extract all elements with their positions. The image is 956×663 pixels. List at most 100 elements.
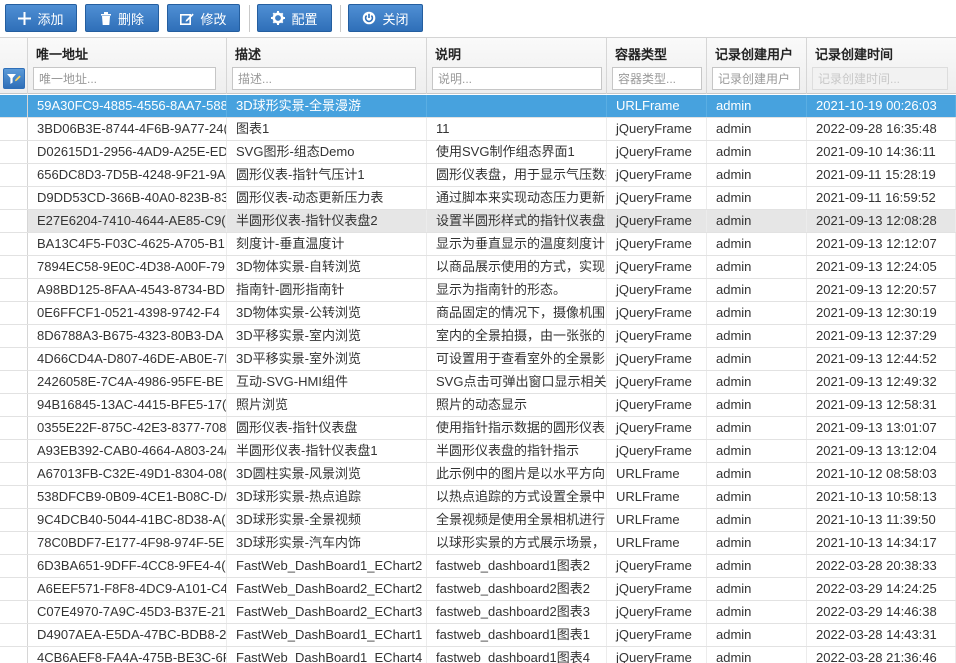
table-row[interactable]: 94B16845-13AC-4415-BFE5-17(照片浏览 照片的动态显示 jQ…	[0, 394, 956, 417]
row-selector[interactable]	[0, 371, 28, 393]
cell-description: FastWeb_DashBoard1_EChart1	[227, 624, 427, 646]
cell-created-by: admin	[707, 141, 807, 163]
cell-created-by: admin	[707, 578, 807, 600]
row-selector[interactable]	[0, 325, 28, 347]
table-row[interactable]: 6D3BA651-9DFF-4CC8-9FE4-4(FastWeb_DashBo…	[0, 555, 956, 578]
filter-button[interactable]	[3, 68, 25, 89]
cell-address: 538DFCB9-0B09-4CE1-B08C-D/	[28, 486, 227, 508]
cell-container-type: jQueryFrame	[607, 601, 707, 623]
column-header-address[interactable]: 唯一地址	[28, 38, 227, 94]
row-selector[interactable]	[0, 210, 28, 232]
row-selector[interactable]	[0, 624, 28, 646]
cell-notes	[427, 95, 607, 117]
row-selector[interactable]	[0, 302, 28, 324]
table-row[interactable]: D4907AEA-E5DA-47BC-BDB8-2 FastWeb_DashBoa…	[0, 624, 956, 647]
table-row[interactable]: BA13C4F5-F03C-4625-A705-B1 刻度计-垂直温度计 显示为垂直…	[0, 233, 956, 256]
column-header-notes[interactable]: 说明	[427, 38, 607, 94]
cell-notes: 此示例中的图片是以水平方向	[427, 463, 607, 485]
row-selector[interactable]	[0, 440, 28, 462]
table-row[interactable]: 59A30FC9-4885-4556-8AA7-588 3D球形实景-全景漫游 UR…	[0, 95, 956, 118]
row-selector[interactable]	[0, 348, 28, 370]
row-selector[interactable]	[0, 601, 28, 623]
cell-container-type: jQueryFrame	[607, 647, 707, 663]
row-selector[interactable]	[0, 118, 28, 140]
cell-created-time: 2021-09-13 12:12:07	[807, 233, 956, 255]
table-row[interactable]: 4D66CD4A-D807-46DE-AB0E-7I 3D平移实景-室外浏览 可设置…	[0, 348, 956, 371]
column-header-container-type[interactable]: 容器类型	[607, 38, 707, 94]
cell-notes: 以商品展示使用的方式，实现	[427, 256, 607, 278]
cell-address: A93EB392-CAB0-4664-A803-24/	[28, 440, 227, 462]
add-button[interactable]: 添加	[5, 4, 77, 32]
close-button[interactable]: 关闭	[348, 4, 423, 32]
column-title-created-by: 记录创建用户	[715, 47, 794, 62]
cell-notes: 全景视频是使用全景相机进行	[427, 509, 607, 531]
table-row[interactable]: C07E4970-7A9C-45D3-B37E-21 FastWeb_DashBo…	[0, 601, 956, 624]
table-row[interactable]: 0355E22F-875C-42E3-8377-708 圆形仪表-指针仪表盘 使用指…	[0, 417, 956, 440]
address-filter-input[interactable]	[33, 67, 216, 90]
cell-container-type: jQueryFrame	[607, 325, 707, 347]
description-filter-input[interactable]	[232, 67, 416, 90]
row-selector[interactable]	[0, 141, 28, 163]
edit-button[interactable]: 修改	[167, 4, 240, 32]
row-selector[interactable]	[0, 532, 28, 554]
cell-created-time: 2022-03-28 21:36:46	[807, 647, 956, 663]
row-selector[interactable]	[0, 509, 28, 531]
cell-address: C07E4970-7A9C-45D3-B37E-21	[28, 601, 227, 623]
table-row[interactable]: A67013FB-C32E-49D1-8304-08(3D圆柱实景-风景浏览 此示…	[0, 463, 956, 486]
table-row[interactable]: 78C0BDF7-E177-4F98-974F-5E 3D球形实景-汽车内饰 以球形…	[0, 532, 956, 555]
cell-created-by: admin	[707, 256, 807, 278]
cell-created-time: 2021-10-13 14:34:17	[807, 532, 956, 554]
cell-container-type: jQueryFrame	[607, 417, 707, 439]
toolbar-separator	[249, 5, 250, 32]
table-row[interactable]: D9DD53CD-366B-40A0-823B-83 圆形仪表-动态更新压力表 通过…	[0, 187, 956, 210]
row-selector[interactable]	[0, 233, 28, 255]
row-selector[interactable]	[0, 555, 28, 577]
cell-description: 3D球形实景-汽车内饰	[227, 532, 427, 554]
row-selector[interactable]	[0, 578, 28, 600]
table-row[interactable]: D02615D1-2956-4AD9-A25E-ED SVG图形-组态Demo 使用…	[0, 141, 956, 164]
table-row[interactable]: 656DC8D3-7D5B-4248-9F21-9A 圆形仪表-指针气压计1 圆形仪…	[0, 164, 956, 187]
table-row[interactable]: 8D6788A3-B675-4323-80B3-DA 3D平移实景-室内浏览 室内的…	[0, 325, 956, 348]
cell-created-time: 2021-10-19 00:26:03	[807, 95, 956, 117]
row-selector[interactable]	[0, 394, 28, 416]
table-row[interactable]: 9C4DCB40-5044-41BC-8D38-A(3D球形实景-全景视频 全景视…	[0, 509, 956, 532]
table-row[interactable]: A6EEF571-F8F8-4DC9-A101-C4 FastWeb_DashBo…	[0, 578, 956, 601]
table-row[interactable]: A93EB392-CAB0-4664-A803-24/半圆形仪表-指针仪表盘1 半…	[0, 440, 956, 463]
cell-description: 互动-SVG-HMI组件	[227, 371, 427, 393]
row-selector[interactable]	[0, 187, 28, 209]
table-row[interactable]: 4CB6AEF8-FA4A-475B-BE3C-6F FastWeb_DashBo…	[0, 647, 956, 663]
column-header-created-time[interactable]: 记录创建时间	[807, 38, 956, 94]
row-selector[interactable]	[0, 164, 28, 186]
delete-button[interactable]: 删除	[85, 4, 159, 32]
row-selector[interactable]	[0, 279, 28, 301]
table-row[interactable]: 2426058E-7C4A-4986-95FE-BE 互动-SVG-HMI组件 SV…	[0, 371, 956, 394]
cell-created-by: admin	[707, 279, 807, 301]
cell-notes: 11	[427, 118, 607, 140]
table-row[interactable]: 3BD06B3E-8744-4F6B-9A77-24(图表1 11 jQueryFr…	[0, 118, 956, 141]
table-row[interactable]: E27E6204-7410-4644-AE85-C9(半圆形仪表-指针仪表盘2 设…	[0, 210, 956, 233]
table-row[interactable]: 0E6FFCF1-0521-4398-9742-F4 3D物体实景-公转浏览 商品固…	[0, 302, 956, 325]
config-button[interactable]: 配置	[257, 4, 332, 32]
row-selector[interactable]	[0, 417, 28, 439]
cell-notes: 以热点追踪的方式设置全景中	[427, 486, 607, 508]
cell-description: 照片浏览	[227, 394, 427, 416]
table-row[interactable]: 538DFCB9-0B09-4CE1-B08C-D/3D球形实景-热点追踪 以热点…	[0, 486, 956, 509]
notes-filter-input[interactable]	[432, 67, 602, 90]
cell-container-type: jQueryFrame	[607, 118, 707, 140]
row-selector[interactable]	[0, 486, 28, 508]
created-by-filter-input[interactable]	[712, 67, 800, 90]
row-selector[interactable]	[0, 256, 28, 278]
table-row[interactable]: A98BD125-8FAA-4543-8734-BD 指南针-圆形指南针 显示为指南…	[0, 279, 956, 302]
column-header-description[interactable]: 描述	[227, 38, 427, 94]
column-header-created-by[interactable]: 记录创建用户	[707, 38, 807, 94]
row-selector[interactable]	[0, 463, 28, 485]
table-row[interactable]: 7894EC58-9E0C-4D38-A00F-79 3D物体实景-自转浏览 以商品…	[0, 256, 956, 279]
row-selector[interactable]	[0, 95, 28, 117]
cell-created-by: admin	[707, 210, 807, 232]
cell-created-time: 2021-09-11 15:28:19	[807, 164, 956, 186]
row-selector[interactable]	[0, 647, 28, 663]
cell-description: 3D球形实景-全景视频	[227, 509, 427, 531]
cell-created-time: 2021-09-13 12:24:05	[807, 256, 956, 278]
container-type-filter-input[interactable]	[612, 67, 702, 90]
column-title-container-type: 容器类型	[615, 47, 668, 62]
